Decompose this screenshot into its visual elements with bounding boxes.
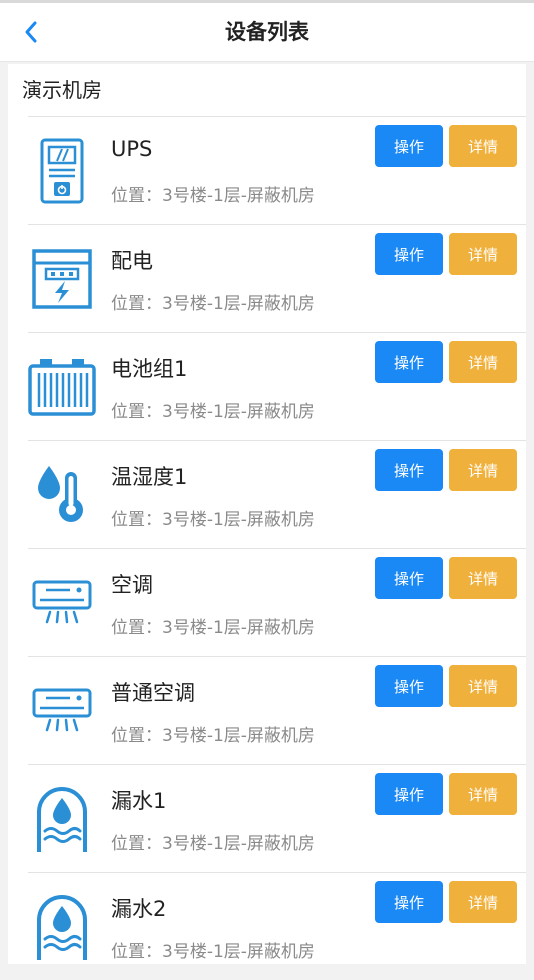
operate-button[interactable]: 操作 [375,341,443,383]
detail-button[interactable]: 详情 [449,125,517,167]
device-row[interactable]: 电池组1 位置：3号楼-1层-屏蔽机房 操作 详情 [28,332,526,440]
section-title: 演示机房 [22,78,102,102]
device-location: 位置：3号楼-1层-屏蔽机房 [111,834,315,854]
detail-button[interactable]: 详情 [449,233,517,275]
operate-button[interactable]: 操作 [375,881,443,923]
device-row[interactable]: 漏水1 位置：3号楼-1层-屏蔽机房 操作 详情 [28,764,526,872]
app-header: 设备列表 [0,3,534,62]
detail-button[interactable]: 详情 [449,449,517,491]
device-location: 位置：3号楼-1层-屏蔽机房 [111,726,315,746]
air-conditioner-icon [28,563,96,643]
device-row[interactable]: UPS 位置：3号楼-1层-屏蔽机房 操作 详情 [28,116,526,224]
page-title: 设备列表 [225,20,309,44]
chevron-left-icon [25,21,37,43]
operate-button[interactable]: 操作 [375,557,443,599]
operate-button[interactable]: 操作 [375,449,443,491]
battery-icon [28,347,96,427]
device-location: 位置：3号楼-1层-屏蔽机房 [111,510,315,530]
detail-button[interactable]: 详情 [449,341,517,383]
device-row[interactable]: 配电位置：3号楼-1层-屏蔽机房 操作 详情 [28,224,526,332]
device-name: UPS [111,137,153,161]
operate-button[interactable]: 操作 [375,233,443,275]
back-button[interactable] [18,17,44,47]
detail-button[interactable]: 详情 [449,557,517,599]
device-location: 位置：3号楼-1层-屏蔽机房 [111,294,315,314]
water-leak-icon [28,779,96,859]
device-location: 位置：3号楼-1层-屏蔽机房 [111,186,315,206]
device-name: 配电 [111,249,153,273]
device-name: 漏水2 [111,897,167,921]
device-panel: 演示机房 UPS 位置：3号楼-1层-屏蔽机房 操作 详情 配电 位置：3号楼-1层-屏蔽… [8,64,526,964]
device-location: 位置：3号楼-1层-屏蔽机房 [111,618,315,638]
device-name: 空调 [111,573,153,597]
water-leak-icon [28,887,96,967]
device-name: 漏水1 [111,789,167,813]
operate-button[interactable]: 操作 [375,665,443,707]
power-distribution-icon [28,239,96,319]
device-row[interactable]: 漏水2 位置：3号楼-1层-屏蔽机房 操作 详情 [28,872,526,980]
device-row[interactable]: 空调位置：3号楼-1层-屏蔽机房 操作 详情 [28,548,526,656]
operate-button[interactable]: 操作 [375,125,443,167]
device-name: 温湿度1 [111,465,188,489]
detail-button[interactable]: 详情 [449,881,517,923]
temperature-humidity-icon [28,455,96,535]
device-name: 电池组1 [111,357,188,381]
detail-button[interactable]: 详情 [449,773,517,815]
air-conditioner-icon [28,671,96,751]
detail-button[interactable]: 详情 [449,665,517,707]
device-location: 位置：3号楼-1层-屏蔽机房 [111,402,315,422]
device-row[interactable]: 普通空调位置：3号楼-1层-屏蔽机房 操作 详情 [28,656,526,764]
device-row[interactable]: 温湿度1 位置：3号楼-1层-屏蔽机房 操作 详情 [28,440,526,548]
device-name: 普通空调 [111,681,195,705]
operate-button[interactable]: 操作 [375,773,443,815]
ups-icon [28,131,96,211]
device-list: UPS 位置：3号楼-1层-屏蔽机房 操作 详情 配电 位置：3号楼-1层-屏蔽机房 操作详… [28,116,526,980]
